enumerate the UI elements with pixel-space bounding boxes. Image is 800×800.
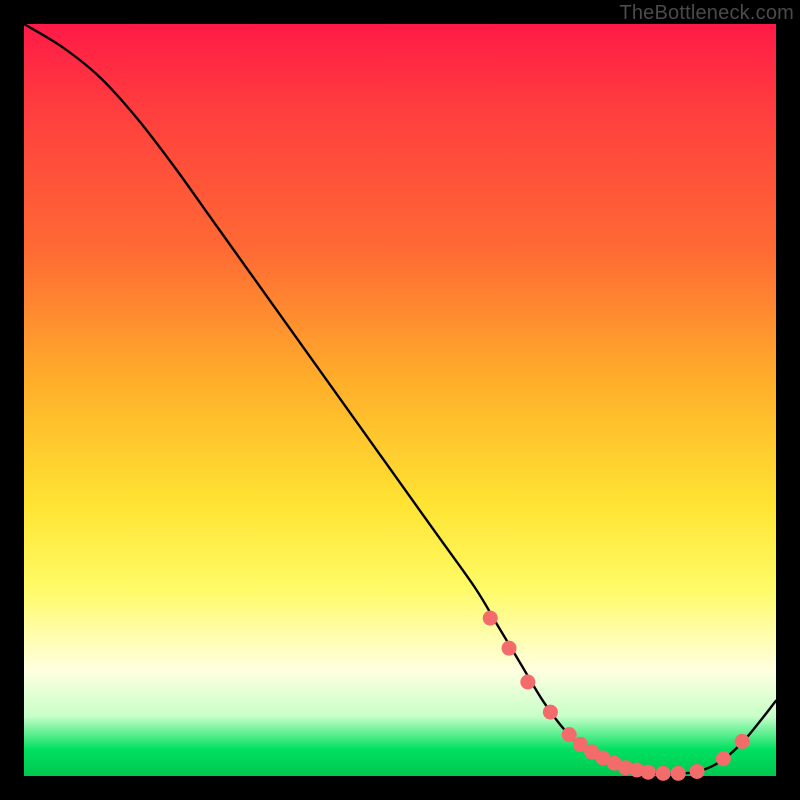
highlight-dots-group bbox=[483, 611, 750, 781]
highlight-dot bbox=[483, 611, 498, 626]
highlight-dot bbox=[502, 641, 517, 656]
highlight-dot bbox=[562, 727, 577, 742]
chart-frame bbox=[24, 24, 776, 776]
bottleneck-curve-path bbox=[24, 24, 776, 774]
highlight-dot bbox=[735, 734, 750, 749]
highlight-dot bbox=[641, 765, 656, 780]
watermark-text: TheBottleneck.com bbox=[619, 2, 794, 25]
highlight-dot bbox=[690, 764, 705, 779]
chart-svg bbox=[24, 24, 776, 776]
highlight-dot bbox=[716, 751, 731, 766]
chart-plot-area bbox=[24, 24, 776, 776]
highlight-dot bbox=[671, 766, 686, 781]
highlight-dot bbox=[543, 705, 558, 720]
highlight-dot bbox=[520, 675, 535, 690]
highlight-dot bbox=[656, 766, 671, 781]
